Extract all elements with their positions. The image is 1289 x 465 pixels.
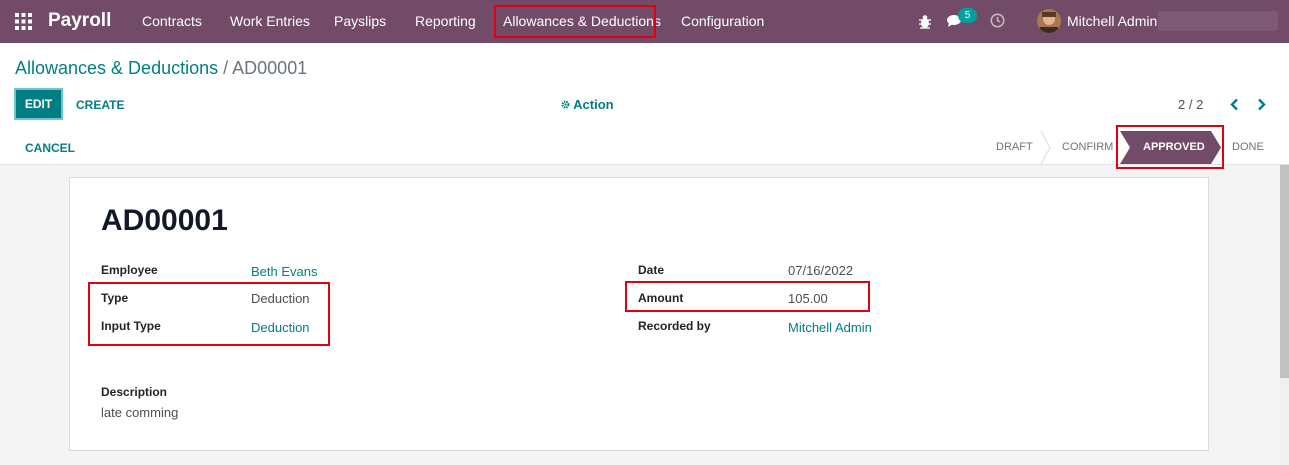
chevron-right-icon[interactable] (1257, 98, 1267, 111)
chevron-left-icon[interactable] (1229, 98, 1239, 111)
menu-configuration[interactable]: Configuration (681, 13, 764, 29)
apps-grid-icon[interactable] (15, 13, 32, 30)
pager-value[interactable]: 2 / 2 (1178, 97, 1203, 112)
amount-highlight-box (625, 281, 870, 312)
user-avatar[interactable] (1037, 9, 1061, 33)
date-value: 07/16/2022 (788, 263, 854, 278)
bug-icon[interactable] (918, 14, 932, 29)
edit-button[interactable]: EDIT (14, 88, 63, 120)
control-panel (0, 43, 1289, 132)
scrollbar-thumb[interactable] (1280, 165, 1289, 378)
stage-confirm[interactable]: CONFIRM (1062, 141, 1113, 153)
breadcrumb-separator: / (223, 58, 229, 78)
user-menu-blur (1158, 11, 1278, 31)
employee-label: Employee (101, 263, 158, 277)
app-title[interactable]: Payroll (48, 10, 111, 32)
gear-icon (561, 100, 570, 109)
messages-badge: 5 (958, 8, 977, 23)
stage-draft[interactable]: DRAFT (996, 141, 1033, 153)
menu-contracts[interactable]: Contracts (142, 13, 202, 29)
menu-work-entries[interactable]: Work Entries (230, 13, 310, 29)
menu-highlight-box (494, 5, 656, 38)
menu-reporting[interactable]: Reporting (415, 13, 476, 29)
menu-payslips[interactable]: Payslips (334, 13, 386, 29)
record-title: AD00001 (101, 204, 228, 237)
clock-icon[interactable] (990, 13, 1005, 28)
breadcrumb-current: AD00001 (232, 58, 308, 78)
date-label: Date (638, 263, 665, 277)
cancel-button[interactable]: CANCEL (25, 141, 75, 155)
recorded-by-label: Recorded by (638, 319, 711, 333)
create-button[interactable]: CREATE (76, 98, 124, 112)
description-label: Description (101, 385, 168, 399)
stage-done[interactable]: DONE (1232, 141, 1264, 153)
stage-divider (1040, 131, 1051, 164)
recorded-by-value[interactable]: Mitchell Admin (788, 320, 872, 335)
user-name[interactable]: Mitchell Admin (1067, 13, 1157, 29)
action-label: Action (573, 97, 614, 112)
breadcrumb-parent-link[interactable]: Allowances & Deductions (15, 58, 218, 78)
breadcrumb: Allowances & Deductions / AD00001 (15, 58, 307, 79)
type-highlight-box (88, 282, 330, 346)
stage-highlight-box (1116, 125, 1224, 169)
employee-value[interactable]: Beth Evans (251, 264, 318, 279)
description-value: late comming (101, 405, 179, 420)
action-menu[interactable]: Action (561, 97, 614, 112)
